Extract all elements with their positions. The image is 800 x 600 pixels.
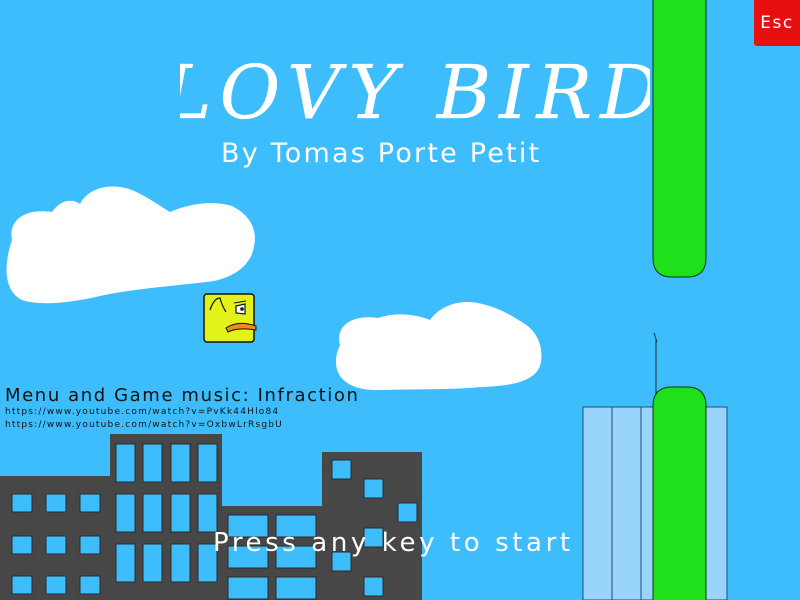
esc-label: Esc bbox=[760, 13, 794, 33]
esc-button[interactable]: Esc bbox=[754, 0, 800, 46]
music-link-2[interactable]: https://www.youtube.com/watch?v=OxbwLrRs… bbox=[5, 420, 283, 430]
pipe-bottom bbox=[652, 386, 707, 600]
pipe-top bbox=[652, 0, 707, 278]
building-left-windows bbox=[11, 493, 101, 595]
game-screen[interactable]: LOVY BIRD By Tomas Porte Petit Menu and … bbox=[0, 0, 800, 600]
start-prompt: Press any key to start bbox=[213, 528, 574, 558]
game-title-text: LOVY BIRD bbox=[180, 50, 650, 135]
bird-icon bbox=[203, 293, 257, 343]
game-title: LOVY BIRD bbox=[180, 50, 650, 135]
music-credit: Menu and Game music: Infraction bbox=[5, 385, 360, 406]
music-link-1[interactable]: https://www.youtube.com/watch?v=PvKk44Hl… bbox=[5, 407, 279, 417]
author-credit: By Tomas Porte Petit bbox=[221, 138, 542, 169]
